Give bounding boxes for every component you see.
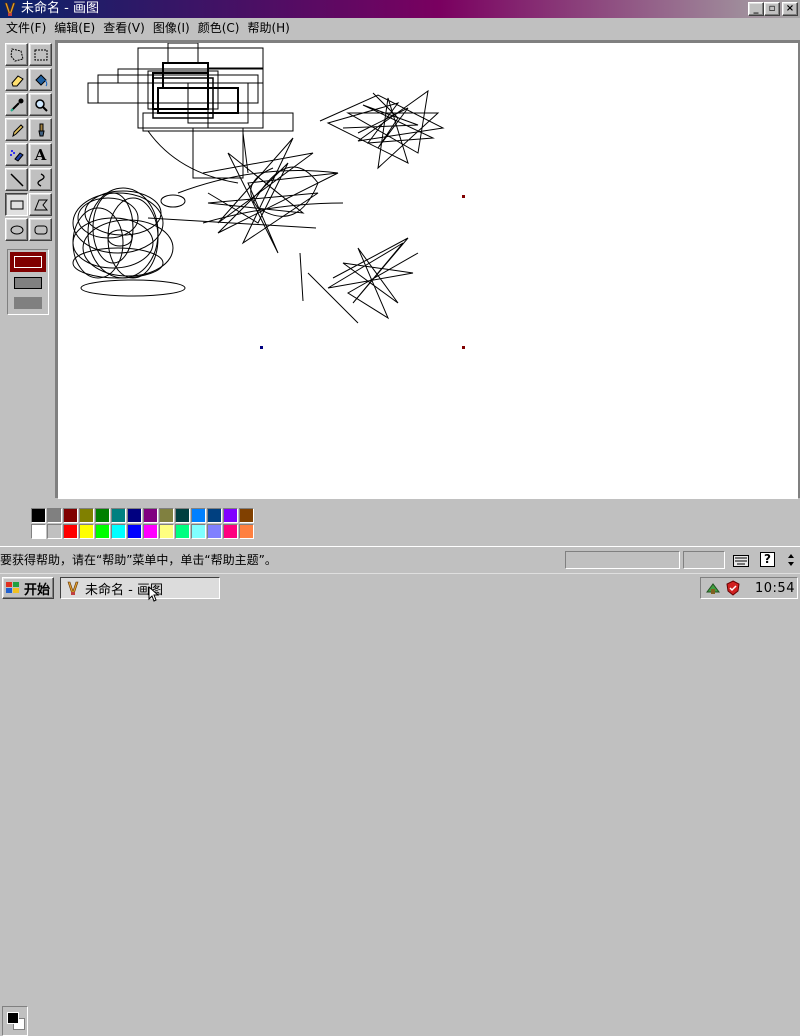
status-bar: 要获得帮助，请在“帮助”菜单中，单击“帮助主题”。 ? [0,546,800,572]
eraser-icon [10,74,24,86]
color-swatch[interactable] [175,524,190,539]
clock[interactable]: 10:54 [755,581,795,596]
tool-curve[interactable] [29,168,52,191]
tool-polygon[interactable] [29,193,52,216]
tool-pencil[interactable] [5,118,28,141]
tool-text[interactable]: A [29,143,52,166]
title-bar: 未命名 - 画图 _ ▫ × [0,0,800,18]
color-swatch[interactable] [31,508,46,523]
airbrush-icon [9,149,24,162]
color-swatch[interactable] [79,508,94,523]
tool-rounded-rect[interactable] [29,218,52,241]
color-swatch[interactable] [127,524,142,539]
window-title: 未命名 - 画图 [21,1,99,16]
magnifier-icon [34,98,48,112]
line-icon [9,172,24,187]
fill-style-outline-filled[interactable] [14,277,42,289]
color-swatch[interactable] [175,508,190,523]
network-tray-icon[interactable] [705,580,721,596]
menu-edit[interactable]: 编辑(E) [52,18,101,38]
current-colors [2,1006,28,1036]
color-swatch[interactable] [159,524,174,539]
fill-icon [34,73,47,86]
system-tray: 10:54 [700,577,798,599]
rectangle-icon [10,200,23,209]
taskbar-item-paint[interactable]: 未命名 - 画图 [60,577,220,599]
tool-eraser[interactable] [5,68,28,91]
menu-view[interactable]: 查看(V) [101,18,151,38]
fill-style-options [7,249,49,315]
tool-pick-color[interactable] [5,93,28,116]
status-message: 要获得帮助，请在“帮助”菜单中，单击“帮助主题”。 [0,553,277,567]
windows-logo-icon [6,582,19,593]
color-swatch[interactable] [31,524,46,539]
color-swatch[interactable] [239,524,254,539]
tool-fill[interactable] [29,68,52,91]
tool-ellipse[interactable] [5,218,28,241]
polygon-icon [33,199,48,210]
pencil-icon [11,123,24,137]
menu-file[interactable]: 文件(F) [4,18,52,38]
drawing-canvas[interactable] [58,43,798,499]
ellipse-icon [10,225,23,234]
color-swatch[interactable] [63,524,78,539]
tool-rect-select[interactable] [29,43,52,66]
rounded-rect-icon [34,225,47,234]
menu-help[interactable]: 帮助(H) [245,18,295,38]
tool-free-select[interactable] [5,43,28,66]
color-swatch[interactable] [111,508,126,523]
free-select-icon [9,47,24,62]
canvas-area[interactable] [55,40,800,499]
color-swatch[interactable] [223,524,238,539]
antivirus-tray-icon[interactable] [725,580,741,596]
brush-icon [37,123,45,136]
color-swatch[interactable] [223,508,238,523]
fill-style-filled[interactable] [14,297,42,309]
color-swatch[interactable] [143,508,158,523]
tool-magnifier[interactable] [29,93,52,116]
status-panel-size [683,551,725,569]
color-swatch[interactable] [207,524,222,539]
color-swatch[interactable] [79,524,94,539]
color-swatch[interactable] [63,508,78,523]
color-swatch[interactable] [47,524,62,539]
color-swatch[interactable] [47,508,62,523]
restore-button[interactable]: ▫ [764,2,780,16]
rect-select-icon [34,49,47,60]
tool-brush[interactable] [29,118,52,141]
foreground-color-swatch[interactable] [7,1012,19,1024]
text-icon: A [34,145,47,164]
color-swatch[interactable] [95,508,110,523]
minimize-button[interactable]: _ [748,2,764,16]
close-button[interactable]: × [782,2,798,16]
color-swatch[interactable] [111,524,126,539]
menu-image[interactable]: 图像(I) [151,18,196,38]
color-swatch[interactable] [191,524,206,539]
color-swatch[interactable] [207,508,222,523]
scroll-arrows-icon[interactable] [786,552,796,568]
paint-task-icon [67,581,79,595]
tool-rectangle[interactable] [5,193,28,216]
keyboard-icon[interactable] [733,555,749,567]
fill-style-outline[interactable] [10,252,46,272]
menu-colors[interactable]: 颜色(C) [196,18,246,38]
taskbar: 开始 未命名 - 画图 10:54 [0,573,800,602]
start-label: 开始 [24,582,51,598]
color-swatch[interactable] [95,524,110,539]
pick-color-icon [9,98,23,112]
color-swatch[interactable] [143,524,158,539]
tool-airbrush[interactable] [5,143,28,166]
color-palette [0,500,800,1036]
paint-app-icon [4,2,16,16]
menu-bar: 文件(F) 编辑(E) 查看(V) 图像(I) 颜色(C) 帮助(H) [0,18,800,38]
color-swatch[interactable] [239,508,254,523]
color-swatch[interactable] [127,508,142,523]
curve-icon [36,172,45,187]
start-button[interactable]: 开始 [2,577,54,599]
tool-line[interactable] [5,168,28,191]
color-swatch[interactable] [159,508,174,523]
status-panel-position [565,551,680,569]
color-swatch[interactable] [191,508,206,523]
help-icon[interactable]: ? [760,552,775,567]
